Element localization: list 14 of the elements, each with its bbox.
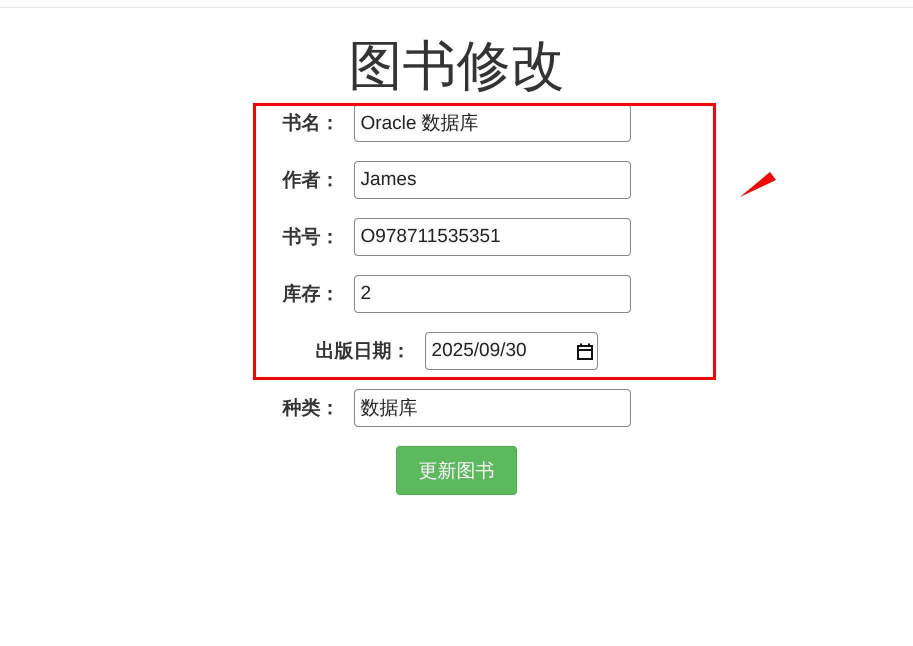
calendar-icon[interactable] <box>576 342 592 360</box>
text-field[interactable]: O978711535351 <box>354 218 630 256</box>
field-label: 书号： <box>282 226 340 250</box>
page-title: 图书修改 <box>348 36 566 96</box>
text-field[interactable]: Oracle 数据库 <box>354 104 630 142</box>
text-field[interactable]: James <box>354 161 630 199</box>
field-label: 库存： <box>282 282 340 307</box>
field-label: 出版日期： <box>316 340 410 364</box>
field-label: 书名： <box>282 112 340 136</box>
text-field[interactable]: 数据库 <box>354 389 630 427</box>
date-field[interactable]: 2025/09/30 <box>424 332 598 370</box>
text-field[interactable]: 2 <box>354 275 630 313</box>
field-label: 作者： <box>282 169 340 193</box>
field-label: 种类： <box>282 397 340 421</box>
